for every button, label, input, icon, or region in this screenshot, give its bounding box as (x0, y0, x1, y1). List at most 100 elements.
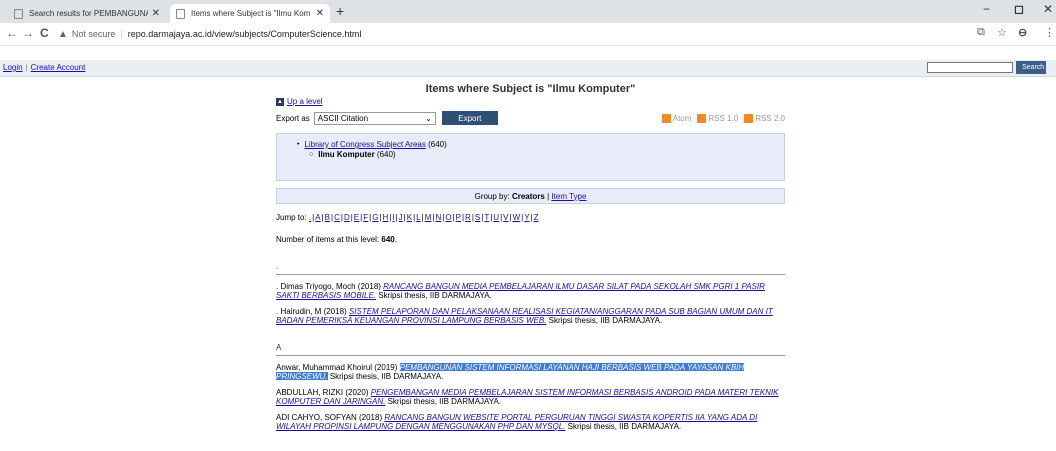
item-count: Number of items at this level: 640. (276, 235, 397, 244)
jump-to-letters: .|A|B|C|D|E|F|G|H|I|J|K|L|M|N|O|P|R|S|T|… (308, 213, 539, 222)
create-account-link[interactable]: Create Account (31, 63, 86, 72)
jump-to-letter-link[interactable]: L (416, 213, 420, 222)
login-link[interactable]: Login (3, 63, 23, 72)
omnibox[interactable]: ▲ Not secure | repo.darmajaya.ac.id/view… (58, 25, 958, 43)
jump-to-letter-link[interactable]: M (425, 213, 432, 222)
tab-search-results[interactable]: Search results for PEMBANGUNA ✕ (8, 4, 166, 23)
subject-root-link[interactable]: Library of Congress Subject Areas (304, 140, 425, 149)
tab-title: Search results for PEMBANGUNA (29, 9, 148, 18)
list-item: Anwar, Muhammad Khoirul (2019) PEMBANGUN… (276, 363, 785, 381)
jump-to-letter-link[interactable]: D (344, 213, 350, 222)
new-tab-button[interactable]: + (336, 3, 344, 19)
rss-icon (744, 113, 754, 123)
jump-to-letter-link[interactable]: R (465, 213, 471, 222)
feed-links: Atom RSS 1.0 RSS 2.0 (661, 113, 785, 123)
subject-current: Ilmu Komputer (318, 150, 375, 159)
search-button[interactable]: Search (1016, 61, 1046, 74)
up-level-link[interactable]: Up a level (287, 97, 323, 106)
export-button[interactable]: Export (441, 111, 498, 125)
jump-to-letter-link[interactable]: . (309, 213, 311, 222)
jump-to-letter-link[interactable]: F (363, 213, 368, 222)
translate-icon[interactable]: ⧉ (977, 26, 985, 39)
jump-to-letter-link[interactable]: Z (534, 213, 539, 222)
subject-tree-root: • Library of Congress Subject Areas (640… (297, 140, 447, 149)
jump-to-letter-link[interactable]: T (484, 213, 489, 222)
minimize-button[interactable]: − (983, 2, 990, 16)
export-label: Export as (276, 113, 310, 123)
jump-to-letter-link[interactable]: P (456, 213, 461, 222)
jump-to-letter-link[interactable]: J (399, 213, 403, 222)
site-header: Login | Create Account Search (0, 60, 1056, 77)
forward-button[interactable]: → (22, 26, 34, 40)
group-by-bar: Group by: Creators | Item Type (276, 188, 785, 204)
page-icon (14, 8, 23, 19)
jump-to-letter-link[interactable]: G (372, 213, 378, 222)
menu-icon[interactable]: ⋮ (1044, 26, 1055, 39)
rss2-feed-link[interactable]: RSS 2.0 (744, 113, 785, 123)
tab-subject-items[interactable]: Items where Subject is "Ilmu Kom ✕ (170, 4, 330, 23)
address-bar-row: ← → C ▲ Not secure | repo.darmajaya.ac.i… (0, 23, 1056, 46)
main-content: Items where Subject is "Ilmu Komputer" ▲… (276, 83, 785, 431)
rss1-feed-link[interactable]: RSS 1.0 (697, 113, 738, 123)
browser-tab-bar: Search results for PEMBANGUNA ✕ Items wh… (0, 0, 1056, 23)
search-input[interactable] (927, 62, 1013, 73)
export-format-select[interactable]: ASCII Citation ⌄ (313, 111, 436, 125)
not-secure-label[interactable]: Not secure (72, 29, 116, 39)
jump-to-letter-link[interactable]: B (325, 213, 330, 222)
group-by-current: Creators (511, 191, 545, 201)
jump-to-letter-link[interactable]: S (475, 213, 480, 222)
jump-to-letter-link[interactable]: A (315, 213, 320, 222)
profile-icon[interactable]: ⊖ (1018, 26, 1027, 39)
jump-to-letter-link[interactable]: V (503, 213, 508, 222)
jump-to: Jump to: .|A|B|C|D|E|F|G|H|I|J|K|L|M|N|O… (276, 213, 785, 222)
reload-button[interactable]: C (40, 26, 49, 40)
jump-to-letter-link[interactable]: Y (524, 213, 529, 222)
item-author: . Hairudin, M (2018) (276, 307, 349, 316)
jump-to-letter-link[interactable]: N (435, 213, 441, 222)
page-icon (176, 8, 185, 19)
warning-icon[interactable]: ▲ (58, 29, 68, 40)
subject-tree: • Library of Congress Subject Areas (640… (276, 133, 785, 181)
jump-to-letter-link[interactable]: O (445, 213, 451, 222)
item-author: ADI CAHYO, SOFYAN (2018) (276, 413, 385, 422)
close-icon[interactable]: ✕ (316, 8, 324, 19)
up-arrow-icon[interactable]: ▲ (276, 97, 284, 106)
item-author: . Dimas Triyogo, Moch (2018) (276, 282, 384, 291)
maximize-button[interactable]: ◻ (1014, 2, 1024, 16)
list-item: . Dimas Triyogo, Moch (2018) RANCANG BAN… (276, 282, 785, 300)
section-heading: . (276, 262, 785, 275)
jump-to-letter-link[interactable]: H (383, 213, 389, 222)
list-item: . Hairudin, M (2018) SISTEM PELAPORAN DA… (276, 307, 785, 325)
jump-to-letter-link[interactable]: E (354, 213, 359, 222)
item-type: Skripsi thesis, IIB DARMAJAYA. (546, 316, 663, 325)
up-level: ▲ Up a level (276, 97, 785, 106)
rss-icon (661, 113, 671, 123)
jump-to-letter-link[interactable]: U (493, 213, 499, 222)
jump-to-letter-link[interactable]: K (407, 213, 412, 222)
export-row: Export as ASCII Citation ⌄ Export Atom R… (276, 110, 785, 126)
star-icon[interactable]: ☆ (997, 26, 1007, 39)
url-text[interactable]: repo.darmajaya.ac.id/view/subjects/Compu… (128, 29, 362, 39)
item-count-value: 640 (381, 235, 395, 244)
atom-feed-link[interactable]: Atom (661, 113, 691, 123)
jump-to-letter-link[interactable]: W (513, 213, 521, 222)
chevron-down-icon: ⌄ (425, 113, 432, 123)
page-title: Items where Subject is "Ilmu Komputer" (425, 83, 636, 95)
jump-to-letter-link[interactable]: C (334, 213, 340, 222)
item-type: Skripsi thesis, IIB DARMAJAYA. (385, 397, 502, 406)
subject-tree-child: ○ Ilmu Komputer (640) (309, 150, 396, 159)
group-by-item-type-link[interactable]: Item Type (551, 192, 586, 201)
close-window-button[interactable]: ✕ (1043, 2, 1053, 16)
rss-icon (697, 113, 707, 123)
close-icon[interactable]: ✕ (152, 8, 160, 19)
list-item: ADI CAHYO, SOFYAN (2018) RANCANG BANGUN … (276, 413, 785, 431)
jump-to-letter-link[interactable]: I (392, 213, 394, 222)
item-author: Anwar, Muhammad Khoirul (2019) (276, 363, 400, 372)
item-title-link[interactable]: SISTEM PELAPORAN DAN PELAKSANAAN REALISA… (276, 307, 773, 325)
jump-to-label: Jump to: (276, 213, 307, 222)
item-type: Skripsi thesis, IIB DARMAJAYA. (327, 372, 444, 381)
item-author: ABDULLAH, RIZKI (2020) (276, 388, 371, 397)
subject-child-count: (640) (376, 150, 396, 159)
item-list: . . Dimas Triyogo, Moch (2018) RANCANG BA… (276, 262, 785, 431)
back-button[interactable]: ← (6, 26, 18, 40)
